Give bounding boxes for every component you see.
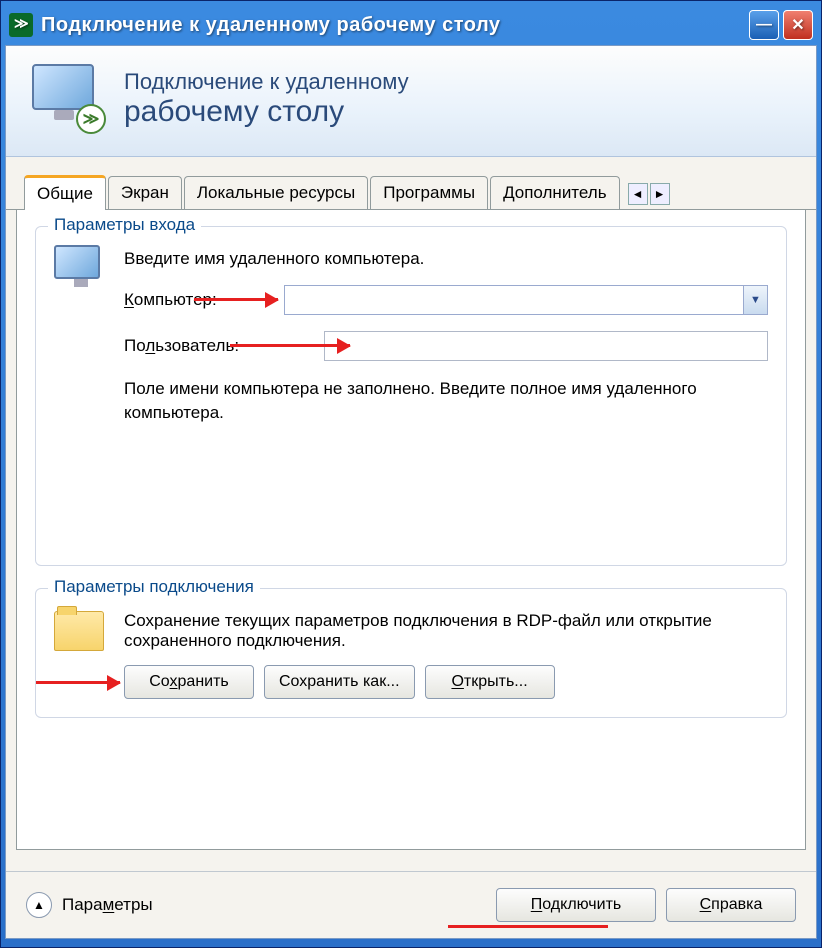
save-as-button[interactable]: Сохранить как...: [264, 665, 415, 699]
save-button[interactable]: Сохранить: [124, 665, 254, 699]
help-button[interactable]: Справка: [666, 888, 796, 922]
computer-combo[interactable]: ▼: [284, 285, 768, 315]
tab-general[interactable]: Общие: [24, 175, 106, 210]
group-connection-title: Параметры подключения: [48, 577, 260, 597]
login-instruction: Введите имя удаленного компьютера.: [124, 249, 768, 269]
connect-button[interactable]: Подключить: [496, 888, 656, 922]
computer-input[interactable]: [285, 289, 743, 311]
hero-line1: Подключение к удаленному: [124, 69, 409, 95]
titlebar[interactable]: Подключение к удаленному рабочему столу …: [5, 5, 817, 45]
computer-icon: [54, 245, 108, 299]
hero-icon: ≫: [26, 64, 106, 134]
folder-icon: [54, 607, 108, 661]
bottom-bar: ▲ Параметры Подключить Справка: [6, 871, 816, 938]
hero: ≫ Подключение к удаленному рабочему стол…: [6, 46, 816, 157]
tab-page-general: Параметры входа Введите имя удаленного к…: [16, 210, 806, 850]
group-login-title: Параметры входа: [48, 215, 201, 235]
login-hint: Поле имени компьютера не заполнено. Введ…: [124, 377, 768, 425]
user-label: Пользователь:: [124, 336, 324, 356]
tab-local-resources[interactable]: Локальные ресурсы: [184, 176, 368, 209]
user-field[interactable]: [324, 331, 768, 361]
group-login: Параметры входа Введите имя удаленного к…: [35, 226, 787, 566]
open-button[interactable]: Открыть...: [425, 665, 555, 699]
options-collapse-button[interactable]: ▲: [26, 892, 52, 918]
computer-label: Компьютер:: [124, 290, 284, 310]
computer-dropdown-button[interactable]: ▼: [743, 286, 767, 314]
tab-display[interactable]: Экран: [108, 176, 182, 209]
options-label: Параметры: [62, 895, 153, 915]
tab-scroll-left[interactable]: ◄: [628, 183, 648, 205]
app-icon: [9, 13, 33, 37]
group-connection: Параметры подключения Сохранение текущих…: [35, 588, 787, 718]
rdp-window: Подключение к удаленному рабочему столу …: [0, 0, 822, 948]
connection-desc: Сохранение текущих параметров подключени…: [124, 611, 768, 651]
tab-programs[interactable]: Программы: [370, 176, 488, 209]
tab-scroll-right[interactable]: ►: [650, 183, 670, 205]
tab-advanced[interactable]: Дополнитель: [490, 176, 620, 209]
window-title: Подключение к удаленному рабочему столу: [41, 14, 749, 37]
tabbar: Общие Экран Локальные ресурсы Программы …: [6, 157, 816, 210]
annotation-arrow-icon: [36, 681, 120, 684]
annotation-underline-icon: [448, 925, 608, 928]
hero-line2: рабочему столу: [124, 95, 409, 129]
close-button[interactable]: ✕: [783, 10, 813, 40]
minimize-button[interactable]: —: [749, 10, 779, 40]
client-area: ≫ Подключение к удаленному рабочему стол…: [5, 45, 817, 939]
